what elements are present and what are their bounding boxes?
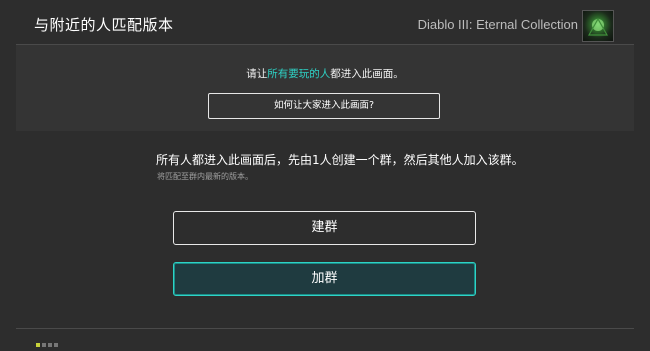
game-title: Diablo III: Eternal Collection: [417, 17, 578, 32]
page-title: 与附近的人匹配版本: [34, 16, 174, 34]
how-to-gather-button[interactable]: 如何让大家进入此画面?: [208, 93, 440, 119]
diablo-game-icon: [582, 10, 614, 42]
instruction-panel: 请让所有要玩的人都进入此画面。 如何让大家进入此画面?: [16, 45, 634, 131]
footer-dot-active: [36, 343, 40, 347]
version-note: 将匹配至群内最新的版本。: [157, 172, 253, 181]
instruction-text: 请让所有要玩的人都进入此画面。: [16, 66, 634, 81]
join-group-button[interactable]: 加群: [173, 262, 476, 296]
instruction-suffix: 都进入此画面。: [330, 68, 404, 80]
create-group-button[interactable]: 建群: [173, 211, 476, 245]
footer-divider: [16, 328, 634, 329]
instruction-prefix: 请让: [246, 68, 268, 80]
footer-dot: [42, 343, 46, 347]
game-emblem-icon: [587, 17, 609, 36]
footer-dot: [48, 343, 52, 347]
instruction-highlight: 所有要玩的人: [267, 68, 331, 80]
group-description: 所有人都进入此画面后，先由1人创建一个群，然后其他人加入该群。: [156, 153, 524, 167]
footer-indicator: [36, 332, 60, 347]
header-bar: 与附近的人匹配版本 Diablo III: Eternal Collection: [0, 0, 650, 48]
footer-dot: [54, 343, 58, 347]
